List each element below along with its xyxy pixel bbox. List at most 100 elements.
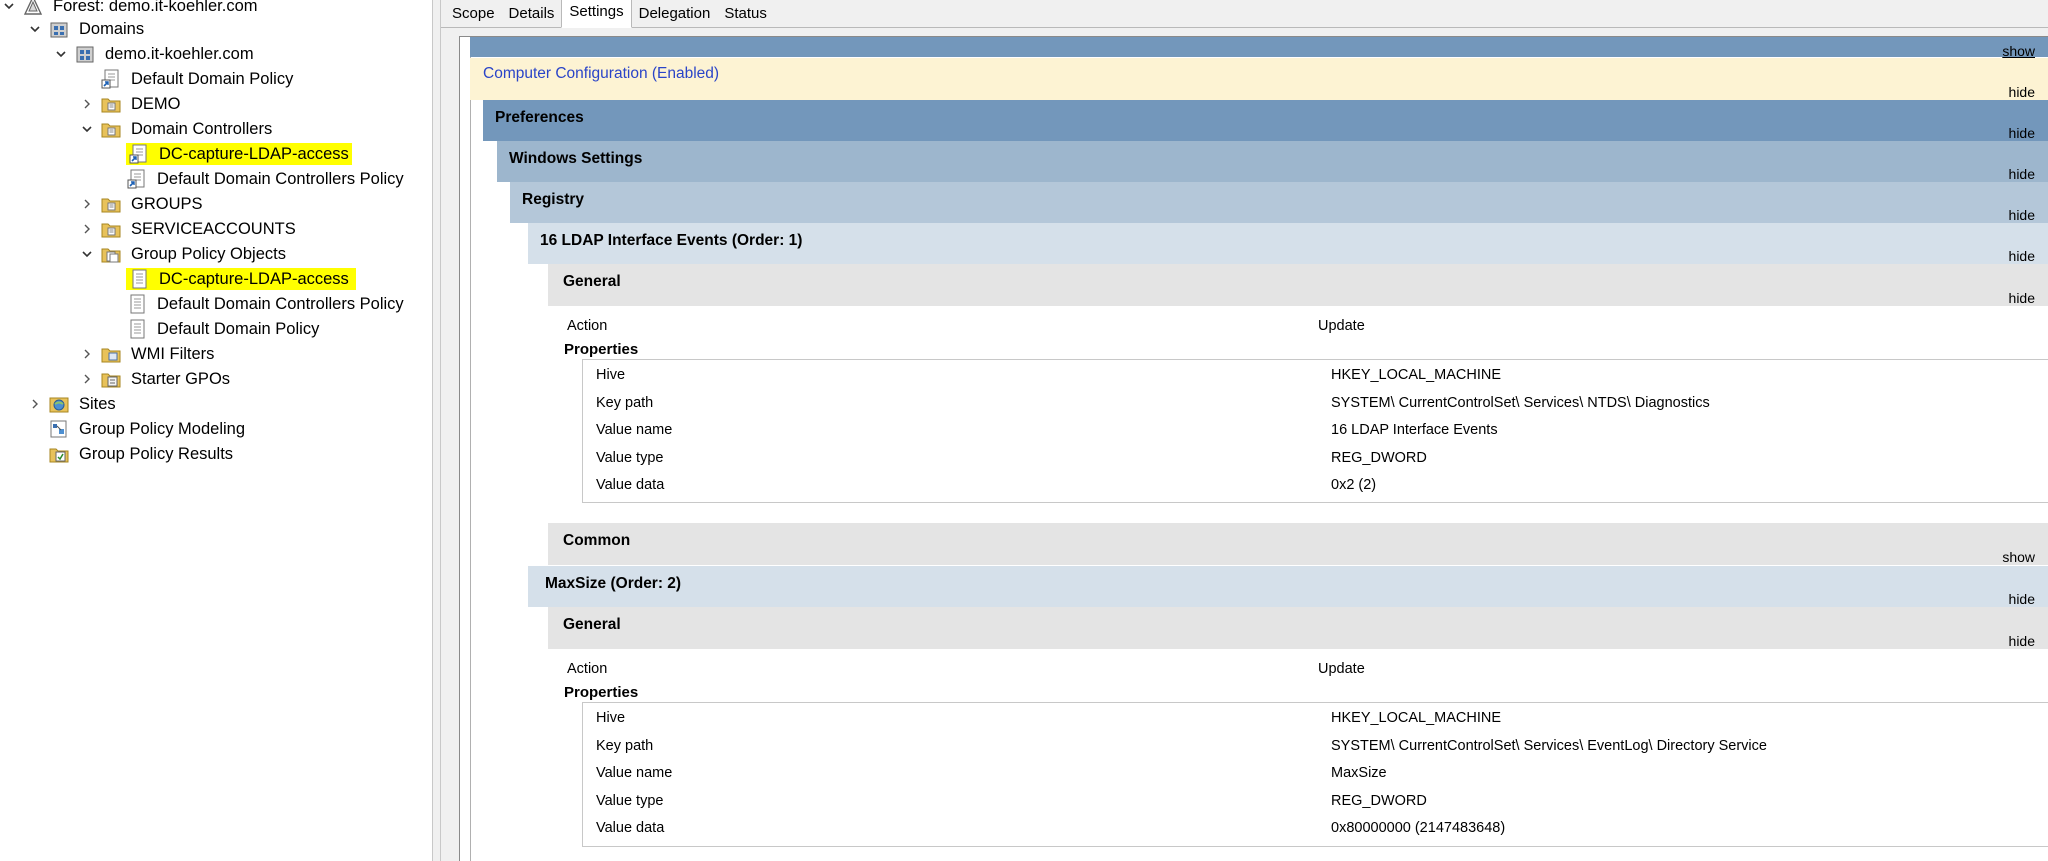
action-value: Update	[1318, 661, 1365, 677]
tree-item-label: Group Policy Objects	[131, 245, 286, 263]
general-section[interactable]: General hide	[548, 264, 2048, 306]
tree-item-domain[interactable]: demo.it-koehler.com	[52, 42, 257, 66]
property-label: Value name	[596, 765, 673, 781]
tree-item-wmi-filters[interactable]: WMI Filters	[78, 342, 217, 366]
tab-strip: Scope Details Settings Delegation Status	[441, 0, 2048, 28]
tree-item-dc-capture-link[interactable]: DC-capture-LDAP-access	[104, 142, 352, 166]
general-section[interactable]: General hide	[548, 607, 2048, 649]
tree-item-gpo-container[interactable]: Group Policy Objects	[78, 242, 289, 266]
property-value: REG_DWORD	[1331, 450, 1427, 466]
show-link[interactable]: show	[2002, 43, 2035, 59]
tab-details[interactable]: Details	[502, 1, 562, 27]
property-label: Key path	[596, 395, 654, 411]
tree-item-gpo-default-dc-policy[interactable]: Default Domain Controllers Policy	[104, 292, 407, 316]
chevron-down-icon[interactable]	[78, 242, 96, 266]
hide-link[interactable]: hide	[2009, 633, 2035, 649]
tree-item-label: GROUPS	[131, 195, 203, 213]
chevron-right-icon[interactable]	[78, 217, 96, 241]
ou-folder-icon	[100, 218, 122, 240]
chevron-right-icon[interactable]	[78, 342, 96, 366]
registry-item-1-section[interactable]: 16 LDAP Interface Events (Order: 1) hide	[528, 223, 2048, 264]
tree-item-label: DC-capture-LDAP-access	[159, 145, 349, 163]
tree-item-default-dc-policy-link[interactable]: Default Domain Controllers Policy	[104, 167, 407, 191]
gpo-container-icon	[100, 243, 122, 265]
action-label: Action	[567, 661, 608, 677]
gpo-link-icon	[126, 168, 148, 190]
tree-item-sites[interactable]: Sites	[26, 392, 119, 416]
windows-settings-section[interactable]: Windows Settings hide	[497, 141, 2048, 182]
tree-item-default-domain-policy-link[interactable]: Default Domain Policy	[78, 67, 296, 91]
tree-item-starter-gpos[interactable]: Starter GPOs	[78, 367, 233, 391]
tree-item-groups[interactable]: GROUPS	[78, 192, 206, 216]
tree-item-label: WMI Filters	[131, 345, 215, 363]
hide-link[interactable]: hide	[2009, 125, 2035, 141]
ou-folder-icon	[100, 193, 122, 215]
registry-section[interactable]: Registry hide	[510, 182, 2048, 223]
forest-icon	[22, 0, 44, 17]
tree-item-domains[interactable]: Domains	[26, 17, 147, 41]
tab-settings[interactable]: Settings	[561, 0, 632, 28]
hide-link[interactable]: hide	[2009, 166, 2035, 182]
show-link[interactable]: show	[2002, 549, 2035, 565]
tree-item-label: Sites	[79, 395, 116, 413]
registry-item-2-section[interactable]: MaxSize (Order: 2) hide	[528, 566, 2048, 607]
tree-item-label: Domain Controllers	[131, 120, 273, 138]
tree-item-gpo-default-domain-policy[interactable]: Default Domain Policy	[104, 317, 322, 341]
highlight-marker: DC-capture-LDAP-access	[126, 268, 356, 290]
gpo-link-icon	[128, 143, 150, 165]
common-section[interactable]: Common show	[548, 523, 2048, 565]
hide-link[interactable]: hide	[2009, 207, 2035, 223]
tree-item-label: Default Domain Policy	[131, 70, 294, 88]
tree-item-demo[interactable]: DEMO	[78, 92, 184, 116]
hide-link[interactable]: hide	[2009, 290, 2035, 306]
property-value: 0x80000000 (2147483648)	[1331, 820, 1506, 836]
hide-link[interactable]: hide	[2009, 84, 2035, 100]
chevron-right-icon[interactable]	[78, 92, 96, 116]
gpo-icon	[126, 293, 148, 315]
chevron-down-icon[interactable]	[52, 42, 70, 66]
computer-configuration-title[interactable]: Computer Configuration (Enabled)	[483, 65, 719, 83]
chevron-down-icon[interactable]	[78, 117, 96, 141]
report-border	[470, 37, 471, 861]
general-title: General	[563, 273, 621, 290]
tree-item-label: Starter GPOs	[131, 370, 231, 388]
tree-item-serviceaccounts[interactable]: SERVICEACCOUNTS	[78, 217, 299, 241]
settings-report: show Computer Configuration (Enabled) hi…	[459, 36, 2048, 861]
chevron-right-icon[interactable]	[78, 367, 96, 391]
sites-icon	[48, 393, 70, 415]
tree-item-label: Default Domain Policy	[157, 320, 320, 338]
tree-item-gp-results[interactable]: Group Policy Results	[26, 442, 236, 466]
chevron-right-icon[interactable]	[26, 392, 44, 416]
hide-link[interactable]: hide	[2009, 591, 2035, 607]
highlight-marker: DC-capture-LDAP-access	[126, 143, 352, 165]
tree-item-forest[interactable]: Forest: demo.it-koehler.com	[0, 0, 261, 18]
tree-item-gp-modeling[interactable]: Group Policy Modeling	[26, 417, 248, 441]
ou-folder-icon	[100, 93, 122, 115]
preferences-section[interactable]: Preferences hide	[483, 100, 2048, 141]
domain-icon	[74, 43, 96, 65]
tab-scope[interactable]: Scope	[445, 1, 502, 27]
hide-link[interactable]: hide	[2009, 248, 2035, 264]
tree-item-gpo-dc-capture[interactable]: DC-capture-LDAP-access	[104, 267, 356, 291]
computer-configuration-section[interactable]: Computer Configuration (Enabled) hide	[470, 58, 2048, 100]
property-label: Key path	[596, 738, 654, 754]
chevron-right-icon[interactable]	[78, 192, 96, 216]
property-value: SYSTEM\ CurrentControlSet\ Services\ Eve…	[1331, 738, 1767, 754]
tree-item-label: Group Policy Modeling	[79, 420, 245, 438]
gpo-icon	[126, 318, 148, 340]
pane-splitter[interactable]	[432, 0, 441, 861]
property-label: Value data	[596, 477, 665, 493]
gp-modeling-icon	[48, 418, 70, 440]
tree-item-domain-controllers[interactable]: Domain Controllers	[78, 117, 275, 141]
tab-status[interactable]: Status	[717, 1, 774, 27]
chevron-down-icon[interactable]	[26, 17, 44, 41]
wmi-folder-icon	[100, 343, 122, 365]
registry-title: Registry	[522, 191, 585, 208]
tab-delegation[interactable]: Delegation	[632, 1, 718, 27]
tree-item-label: Default Domain Controllers Policy	[157, 170, 404, 188]
properties-heading: Properties	[564, 341, 639, 358]
domains-icon	[48, 18, 70, 40]
gp-results-icon	[48, 443, 70, 465]
chevron-down-icon[interactable]	[0, 0, 18, 18]
preferences-title: Preferences	[495, 109, 584, 126]
